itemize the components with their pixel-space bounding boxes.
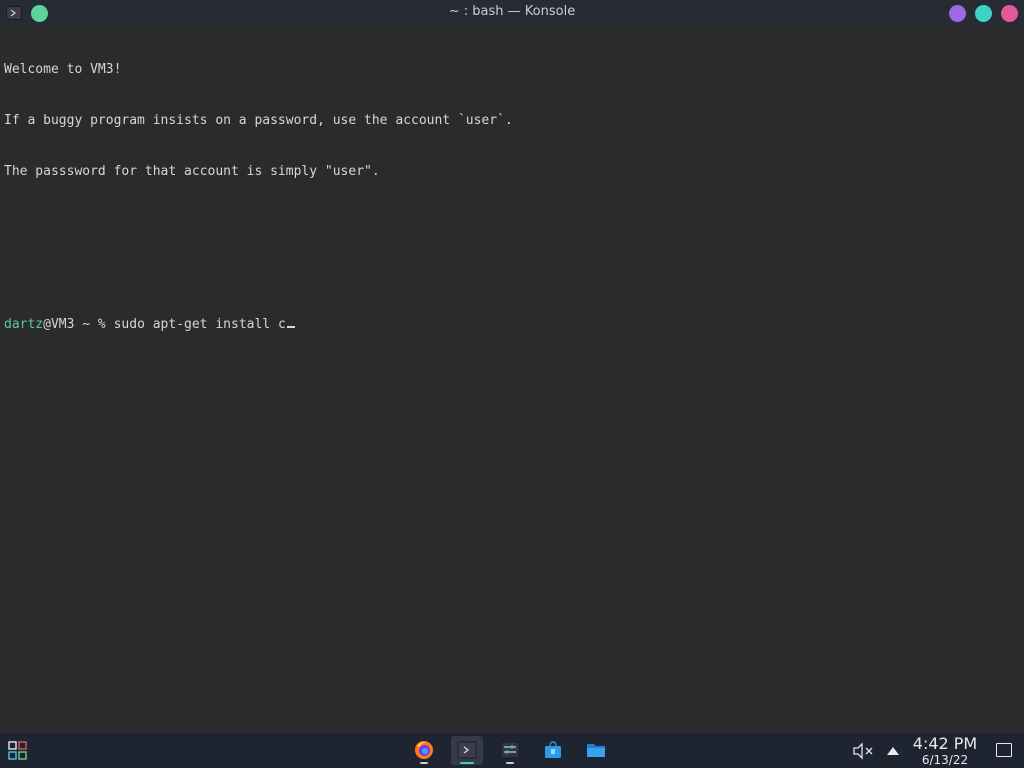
task-active-indicator xyxy=(460,762,474,764)
task-konsole[interactable] xyxy=(451,736,483,765)
application-launcher-icon[interactable] xyxy=(8,741,28,761)
terminal-line: Welcome to VM3! xyxy=(4,62,122,77)
terminal-line: The passsword for that account is simply… xyxy=(4,164,380,179)
terminal-output[interactable]: Welcome to VM3! If a buggy program insis… xyxy=(4,27,1020,727)
close-button[interactable] xyxy=(1001,5,1018,22)
firefox-icon xyxy=(414,740,434,760)
task-running-indicator xyxy=(506,762,514,764)
task-system-settings[interactable] xyxy=(494,736,526,765)
clock-time: 4:42 PM xyxy=(912,734,978,753)
settings-sliders-icon xyxy=(500,740,520,760)
task-dolphin[interactable] xyxy=(580,736,612,765)
terminal-icon xyxy=(457,740,477,760)
folder-icon xyxy=(586,740,606,760)
volume-muted-icon[interactable] xyxy=(852,742,873,760)
expand-tray-icon[interactable] xyxy=(884,742,904,760)
terminal-line: If a buggy program insists on a password… xyxy=(4,113,513,128)
window-titlebar[interactable]: ~ : bash — Konsole xyxy=(0,0,1024,26)
command-input[interactable]: sudo apt-get install c xyxy=(114,317,286,332)
minimize-button[interactable] xyxy=(949,5,966,22)
taskbar: 4:42 PM 6/13/22 xyxy=(0,733,1024,768)
task-firefox[interactable] xyxy=(408,736,440,765)
task-discover[interactable] xyxy=(537,736,569,765)
digital-clock[interactable]: 4:42 PM 6/13/22 xyxy=(905,734,985,767)
window-title: ~ : bash — Konsole xyxy=(448,4,576,19)
text-cursor xyxy=(286,326,295,328)
maximize-button[interactable] xyxy=(975,5,992,22)
prompt-host-path: @VM3 ~ % xyxy=(43,317,114,332)
prompt-line[interactable]: dartz@VM3 ~ % sudo apt-get install c xyxy=(4,316,1020,333)
task-running-indicator xyxy=(420,762,428,764)
prompt-user: dartz xyxy=(4,317,44,332)
show-desktop-icon[interactable] xyxy=(996,743,1012,757)
konsole-window: ~ : bash — Konsole Welcome to VM3! If a … xyxy=(0,0,1024,733)
clock-date: 6/13/22 xyxy=(921,753,969,767)
store-bag-icon xyxy=(543,740,563,760)
